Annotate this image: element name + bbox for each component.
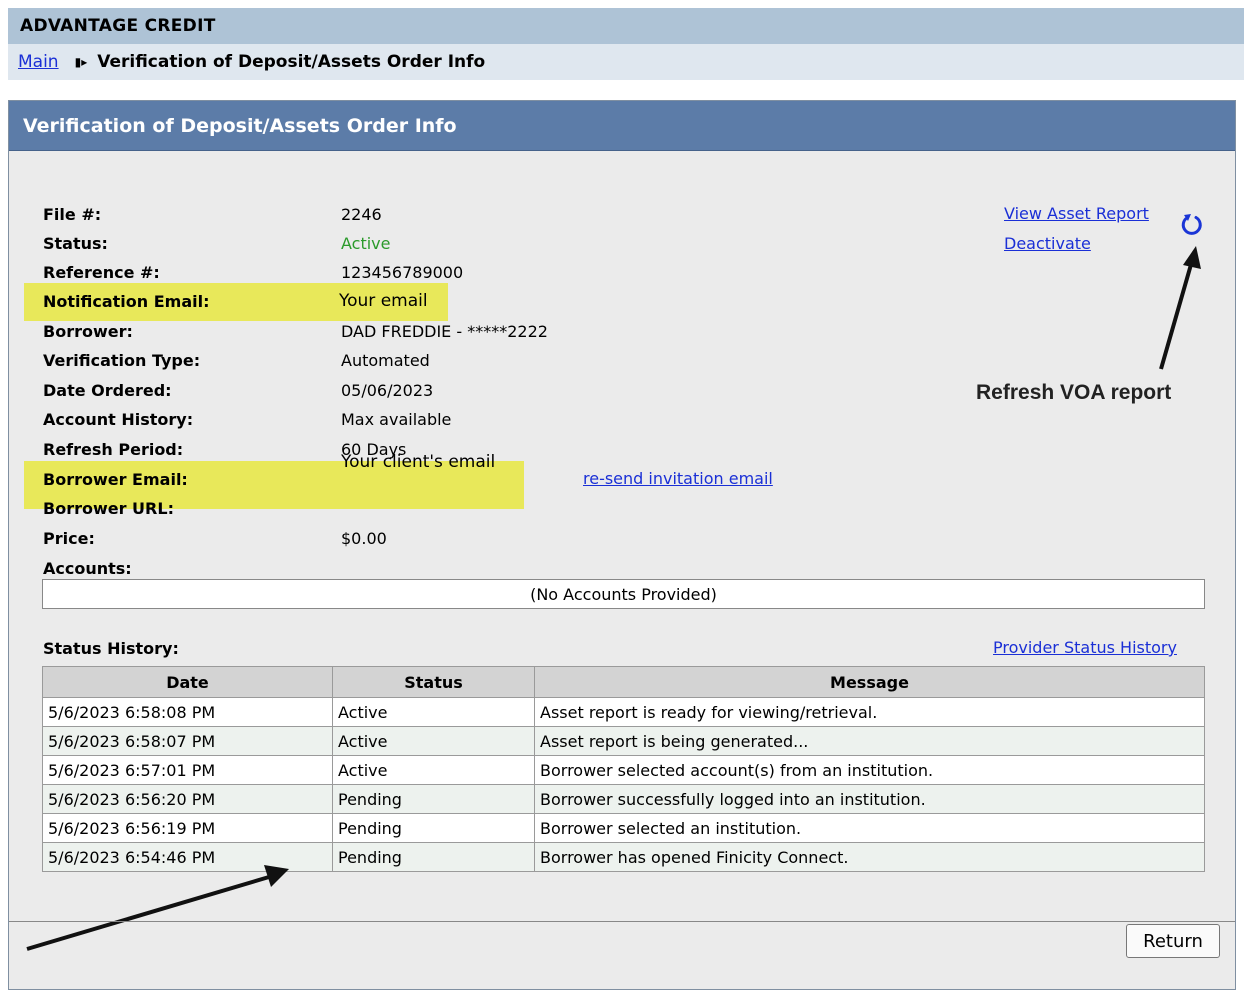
status-label: Status: bbox=[43, 233, 108, 253]
row-message: Borrower has opened Finicity Connect. bbox=[534, 842, 1205, 872]
refresh-voa-annotation: Refresh VOA report bbox=[976, 381, 1172, 404]
reference-value: 123456789000 bbox=[341, 262, 464, 282]
refresh-icon[interactable] bbox=[1179, 212, 1205, 238]
column-header-message[interactable]: Message bbox=[534, 666, 1205, 698]
resend-invitation-link[interactable]: re-send invitation email bbox=[583, 469, 773, 488]
table-row: 5/6/2023 6:57:01 PM Active Borrower sele… bbox=[42, 755, 1205, 785]
status-value: Active bbox=[341, 233, 391, 253]
file-value: 2246 bbox=[341, 204, 382, 224]
date-ordered-label: Date Ordered: bbox=[43, 380, 172, 400]
price-label: Price: bbox=[43, 528, 95, 548]
annotation-arrow-icon bbox=[26, 865, 289, 951]
borrower-email-value: Your client's email bbox=[341, 452, 496, 472]
row-status: Active bbox=[332, 726, 535, 756]
verification-type-label: Verification Type: bbox=[43, 350, 201, 370]
return-button[interactable]: Return bbox=[1126, 924, 1220, 958]
account-history-value: Max available bbox=[341, 409, 452, 429]
row-date: 5/6/2023 6:57:01 PM bbox=[42, 755, 333, 785]
row-date: 5/6/2023 6:56:20 PM bbox=[42, 784, 333, 814]
row-status: Active bbox=[332, 697, 535, 727]
annotation-arrow-icon bbox=[1159, 246, 1201, 370]
table-row: 5/6/2023 6:56:20 PM Pending Borrower suc… bbox=[42, 784, 1205, 814]
accounts-label: Accounts: bbox=[43, 558, 132, 578]
table-header-row: Date Status Message bbox=[42, 666, 1205, 698]
row-date: 5/6/2023 6:58:08 PM bbox=[42, 697, 333, 727]
brand-bar: ADVANTAGE CREDIT bbox=[8, 8, 1244, 44]
accounts-list: (No Accounts Provided) bbox=[42, 579, 1205, 609]
breadcrumb: Main ▮▸ Verification of Deposit/Assets O… bbox=[8, 44, 1244, 80]
date-ordered-value: 05/06/2023 bbox=[341, 380, 434, 400]
borrower-label: Borrower: bbox=[43, 321, 133, 341]
borrower-url-label: Borrower URL: bbox=[43, 498, 174, 518]
borrower-email-label: Borrower Email: bbox=[43, 469, 188, 489]
status-history-label: Status History: bbox=[43, 639, 179, 658]
row-date: 5/6/2023 6:56:19 PM bbox=[42, 813, 333, 843]
deactivate-link[interactable]: Deactivate bbox=[1004, 234, 1091, 253]
column-header-status[interactable]: Status bbox=[332, 666, 535, 698]
refresh-period-label: Refresh Period: bbox=[43, 439, 184, 459]
file-label: File #: bbox=[43, 204, 102, 224]
reference-label: Reference #: bbox=[43, 262, 160, 282]
table-row: 5/6/2023 6:58:08 PM Active Asset report … bbox=[42, 697, 1205, 727]
provider-status-history-link[interactable]: Provider Status History bbox=[993, 638, 1177, 657]
breadcrumb-main-link[interactable]: Main bbox=[18, 52, 59, 72]
brand-title: ADVANTAGE CREDIT bbox=[20, 16, 216, 36]
panel-title-text: Verification of Deposit/Assets Order Inf… bbox=[23, 114, 457, 137]
row-message: Asset report is being generated... bbox=[534, 726, 1205, 756]
price-value: $0.00 bbox=[341, 528, 387, 548]
row-status: Pending bbox=[332, 813, 535, 843]
row-message: Borrower successfully logged into an ins… bbox=[534, 784, 1205, 814]
table-row: 5/6/2023 6:56:19 PM Pending Borrower sel… bbox=[42, 813, 1205, 843]
column-header-date[interactable]: Date bbox=[42, 666, 333, 698]
row-status: Pending bbox=[332, 784, 535, 814]
table-row: 5/6/2023 6:58:07 PM Active Asset report … bbox=[42, 726, 1205, 756]
footer-divider bbox=[9, 921, 1235, 922]
view-asset-report-link[interactable]: View Asset Report bbox=[1004, 204, 1149, 223]
row-status: Pending bbox=[332, 842, 535, 872]
status-history-table: Date Status Message 5/6/2023 6:58:08 PM … bbox=[42, 666, 1205, 872]
row-status: Active bbox=[332, 755, 535, 785]
notification-email-label: Notification Email: bbox=[43, 291, 210, 311]
row-message: Borrower selected an institution. bbox=[534, 813, 1205, 843]
breadcrumb-arrow-icon: ▮▸ bbox=[74, 55, 88, 69]
breadcrumb-current: Verification of Deposit/Assets Order Inf… bbox=[97, 52, 486, 72]
row-message: Asset report is ready for viewing/retrie… bbox=[534, 697, 1205, 727]
order-info-panel: Verification of Deposit/Assets Order Inf… bbox=[8, 100, 1236, 990]
panel-title: Verification of Deposit/Assets Order Inf… bbox=[9, 101, 1235, 151]
verification-type-value: Automated bbox=[341, 350, 430, 370]
row-date: 5/6/2023 6:58:07 PM bbox=[42, 726, 333, 756]
row-message: Borrower selected account(s) from an ins… bbox=[534, 755, 1205, 785]
no-accounts-text: (No Accounts Provided) bbox=[530, 584, 717, 604]
account-history-label: Account History: bbox=[43, 409, 194, 429]
borrower-value: DAD FREDDIE - *****2222 bbox=[341, 321, 548, 341]
notification-email-value: Your email bbox=[339, 291, 428, 311]
